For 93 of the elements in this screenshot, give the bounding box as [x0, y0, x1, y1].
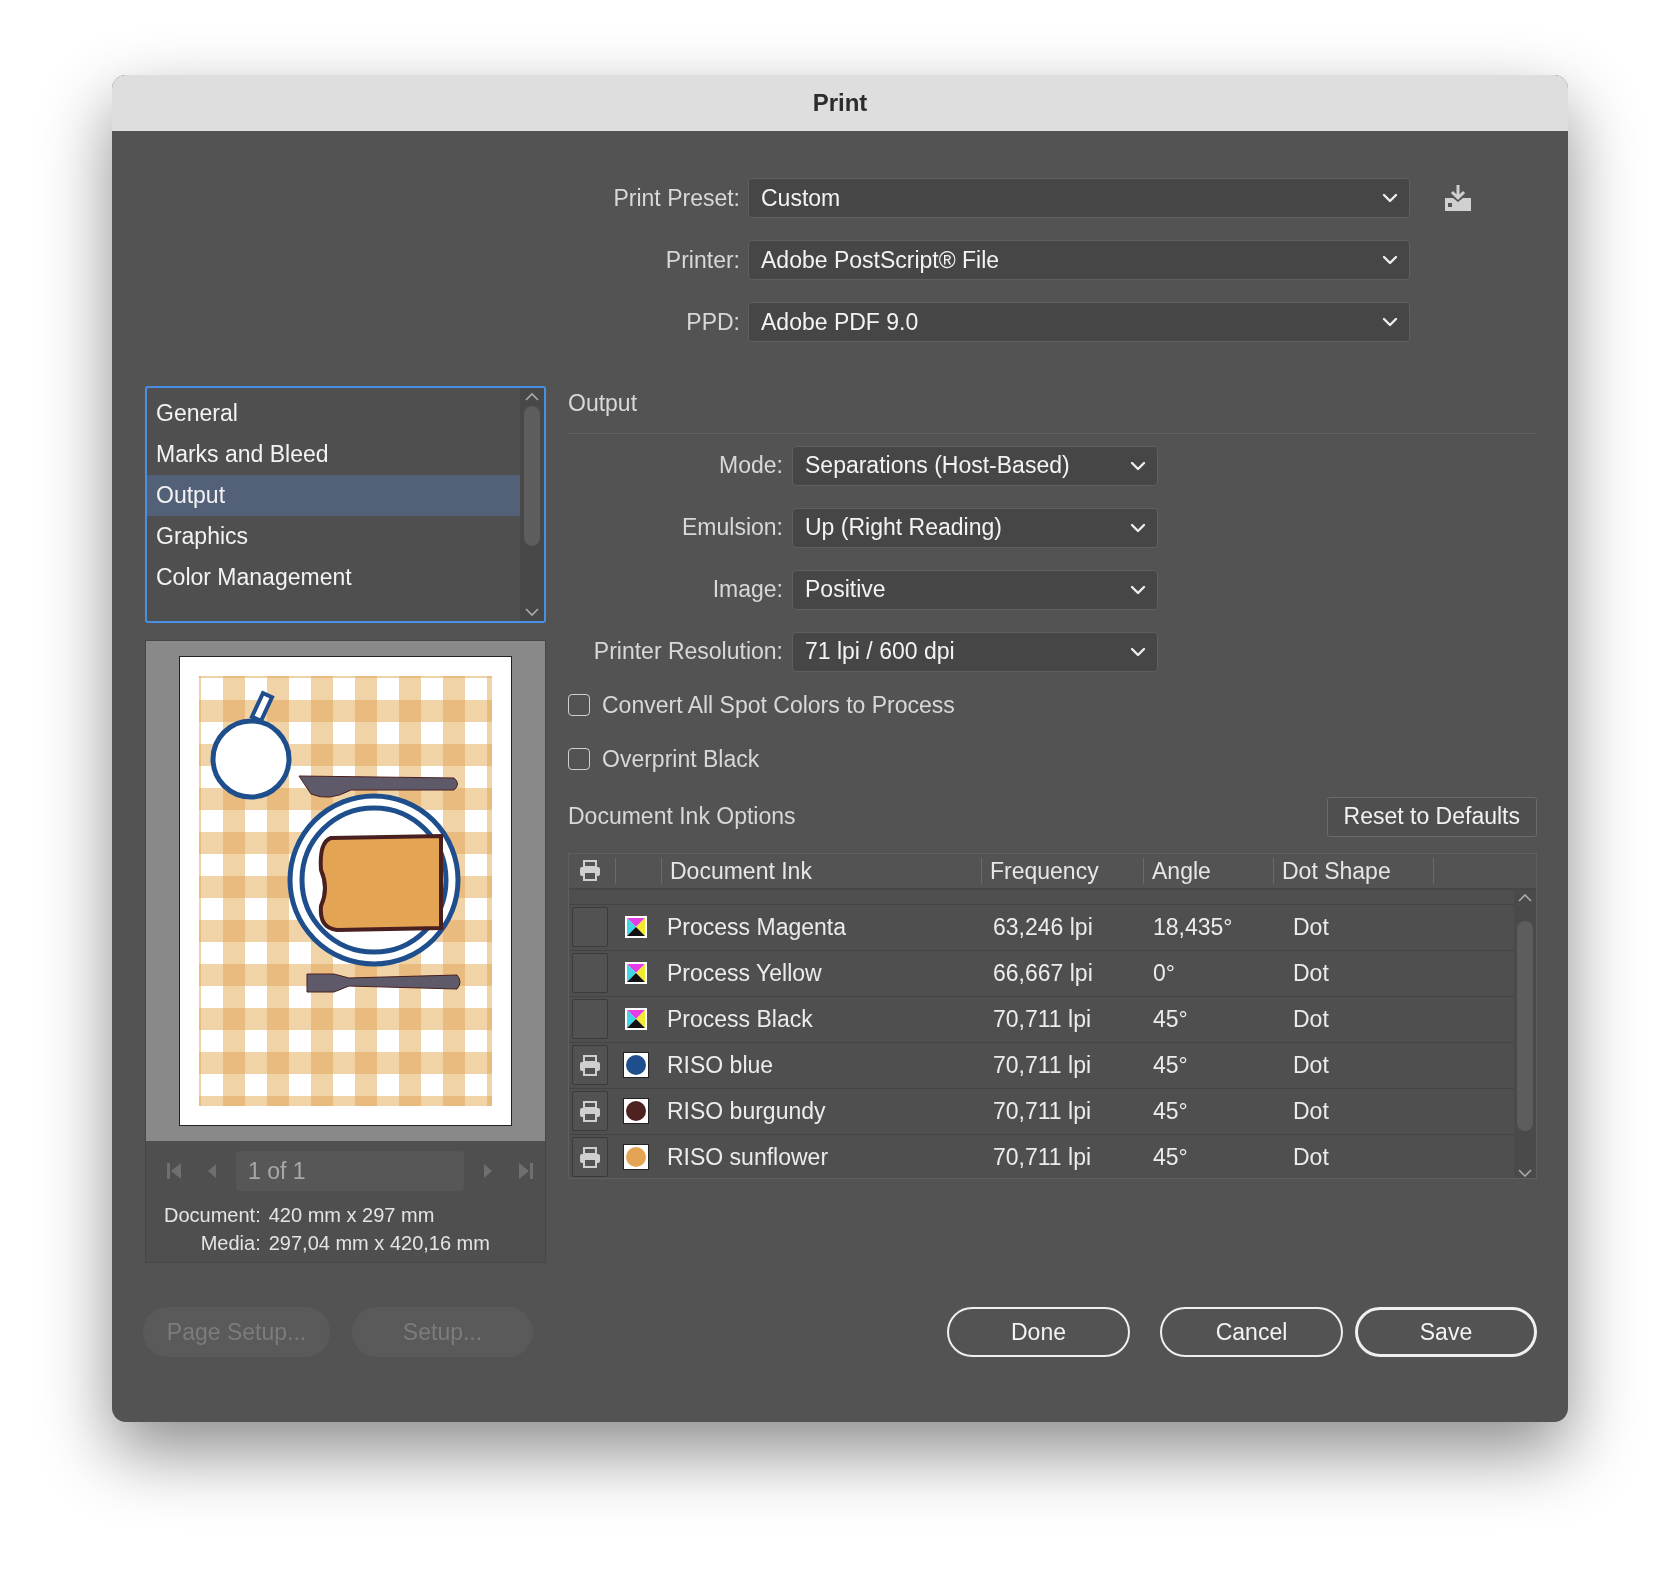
list-item[interactable]: Graphics — [147, 516, 520, 557]
frequency-cell-text: 70,711 lpi — [992, 1142, 1093, 1172]
download-icon — [1444, 184, 1472, 212]
angle-cell-text: 18,435° — [1152, 912, 1234, 942]
dropdown-value: Up (Right Reading) — [805, 513, 1002, 543]
frequency-cell-text: 66,667 lpi — [992, 958, 1094, 988]
info-value: 297,04 mm x 420,16 mm — [268, 1231, 490, 1256]
field-label: Printer: — [664, 245, 740, 275]
column-header: Dot Shape — [1273, 857, 1433, 884]
list-item[interactable]: Color Management — [147, 557, 520, 598]
dropdown-value: 71 lpi / 600 dpi — [805, 637, 955, 667]
print-toggle[interactable] — [572, 1045, 608, 1085]
dropdown[interactable]: Separations (Host-Based) — [792, 445, 1158, 486]
printer-icon — [579, 1054, 601, 1076]
chevron-icon — [1129, 521, 1147, 534]
checkbox[interactable] — [568, 748, 590, 771]
chevron-icon — [1381, 192, 1399, 204]
frequency-cell-text: 70,711 lpi — [992, 1050, 1093, 1080]
dropdown-value: Separations (Host-Based) — [805, 451, 1070, 481]
dot-shape-cell-text: Dot — [1292, 1096, 1330, 1126]
field-label: Emulsion: — [681, 513, 783, 543]
dot-shape-cell-text: Dot — [1292, 1050, 1330, 1080]
field-label: Print Preset: — [612, 183, 740, 213]
scroll-down-icon[interactable] — [524, 607, 540, 617]
ink-name: RISO sunflower — [666, 1142, 830, 1172]
scroll-up-icon[interactable] — [1517, 892, 1533, 903]
field-label: Image: — [711, 575, 783, 605]
info-value: 420 mm x 297 mm — [268, 1203, 436, 1228]
dialog-button[interactable]: Save — [1355, 1307, 1537, 1357]
ink-name: Process Yellow — [666, 958, 823, 988]
dropdown[interactable]: Adobe PDF 9.0 — [748, 302, 1410, 342]
frequency-cell-text: 70,711 lpi — [992, 1004, 1093, 1034]
dropdown[interactable]: Positive — [792, 569, 1158, 610]
angle-cell-text: 45° — [1152, 1050, 1189, 1080]
chevron-icon — [1381, 316, 1399, 328]
dot-shape-cell-text: Dot — [1292, 1004, 1330, 1034]
frequency-cell-text: 70,711 lpi — [992, 1096, 1093, 1126]
angle-cell-text: 0° — [1152, 958, 1176, 988]
window-title: Print — [112, 75, 1568, 131]
scroll-down-icon[interactable] — [1517, 1167, 1533, 1178]
field-label: PPD: — [685, 307, 740, 337]
section-heading: Output — [568, 389, 639, 418]
process-color-icon — [625, 962, 647, 984]
checkbox[interactable] — [568, 693, 590, 716]
field-label: Mode: — [718, 451, 783, 481]
checkbox-label: Convert All Spot Colors to Process — [602, 690, 955, 720]
column-header: Angle — [1143, 857, 1273, 884]
list-item[interactable]: General — [147, 393, 520, 434]
dialog-button[interactable]: Done — [947, 1307, 1130, 1357]
printer-icon — [579, 1146, 601, 1168]
field-label: Printer Resolution: — [592, 637, 783, 667]
section-heading: Document Ink Options — [568, 802, 796, 832]
ink-name: Process Black — [666, 1004, 814, 1034]
list-item[interactable]: Marks and Bleed — [147, 434, 520, 475]
print-toggle[interactable] — [572, 1091, 608, 1131]
dialog-button[interactable]: Cancel — [1160, 1307, 1343, 1357]
list-item[interactable]: Output — [147, 475, 520, 516]
process-color-icon — [625, 1008, 647, 1030]
info-label: Document: — [164, 1203, 261, 1228]
dropdown[interactable]: Custom — [748, 178, 1410, 218]
reset-button[interactable]: Reset to Defaults — [1326, 796, 1537, 837]
process-color-icon — [625, 916, 647, 938]
dropdown-value: Adobe PDF 9.0 — [761, 307, 919, 337]
ink-name: RISO blue — [666, 1050, 775, 1080]
chevron-icon — [1129, 459, 1147, 472]
dropdown[interactable]: 71 lpi / 600 dpi — [792, 631, 1158, 672]
frequency-cell-text: 63,246 lpi — [992, 912, 1094, 942]
last-page-icon — [518, 1161, 534, 1181]
column-header: Document Ink — [661, 857, 981, 884]
dropdown[interactable]: Up (Right Reading) — [792, 507, 1158, 548]
angle-cell-text: 45° — [1152, 1142, 1189, 1172]
checkbox-label: Overprint Black — [602, 745, 760, 774]
angle-cell-text: 45° — [1152, 1004, 1189, 1034]
ink-name: RISO burgundy — [666, 1096, 827, 1126]
chevron-icon — [1129, 645, 1147, 658]
info-label: Media: — [199, 1231, 261, 1256]
dropdown[interactable]: Adobe PostScript® File — [748, 240, 1410, 280]
dropdown-value: Custom — [761, 183, 841, 213]
print-toggle[interactable] — [572, 1137, 608, 1177]
dot-shape-cell-text: Dot — [1292, 958, 1330, 988]
dot-shape-cell-text: Dot — [1292, 912, 1330, 942]
ink-name: Process Magenta — [666, 912, 847, 942]
printer-icon — [579, 859, 601, 881]
dot-shape-cell-text: Dot — [1292, 1142, 1330, 1172]
printer-icon — [579, 1100, 601, 1122]
dropdown-value: Adobe PostScript® File — [761, 245, 1000, 275]
first-page-icon — [166, 1161, 182, 1181]
column-header: Frequency — [981, 857, 1143, 884]
dropdown-value: Positive — [805, 575, 886, 605]
angle-cell-text: 45° — [1152, 1096, 1189, 1126]
chevron-icon — [1129, 583, 1147, 596]
scroll-up-icon[interactable] — [524, 392, 540, 402]
chevron-icon — [1381, 254, 1399, 266]
